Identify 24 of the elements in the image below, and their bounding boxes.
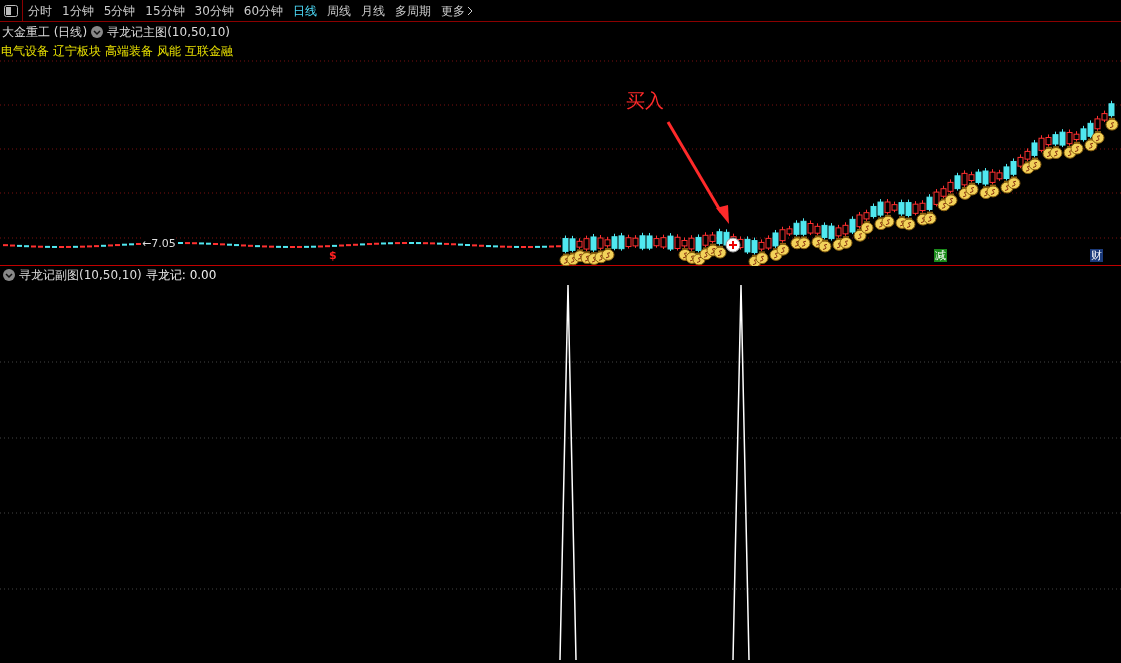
sector-tag[interactable]: 风能 xyxy=(157,41,181,60)
signal-marker: 财 xyxy=(1090,249,1103,262)
buy-label: 买入 xyxy=(626,88,664,113)
sector-tag[interactable]: 高端装备 xyxy=(105,41,153,60)
signal-marker: 减 xyxy=(934,249,947,262)
more-button[interactable]: 更多 xyxy=(441,1,474,20)
indicator-title: 寻龙记副图(10,50,10) xyxy=(19,267,142,284)
period-tab[interactable]: 周线 xyxy=(327,1,352,20)
indicator-value: 寻龙记: 0.00 xyxy=(145,267,217,284)
period-tab[interactable]: 30分钟 xyxy=(194,1,234,20)
signal-marker: $ xyxy=(329,249,337,262)
period-tab[interactable]: 1分钟 xyxy=(62,1,94,20)
sector-tag[interactable]: 电气设备 xyxy=(1,41,49,60)
sector-tag[interactable]: 互联金融 xyxy=(185,41,233,60)
period-tab[interactable]: 多周期 xyxy=(395,1,432,20)
period-tab[interactable]: 分时 xyxy=(28,1,52,20)
stock-title: 大金重工 (日线) xyxy=(2,23,88,41)
period-tab[interactable]: 60分钟 xyxy=(243,1,284,20)
period-tab[interactable]: 15分钟 xyxy=(145,1,185,20)
sector-tag[interactable]: 辽宁板块 xyxy=(53,41,101,60)
period-tab[interactable]: 日线 xyxy=(293,1,318,20)
period-tab[interactable]: 5分钟 xyxy=(103,1,136,20)
period-tab[interactable]: 月线 xyxy=(361,1,386,20)
indicator-title: 寻龙记主图(10,50,10) xyxy=(107,23,230,41)
